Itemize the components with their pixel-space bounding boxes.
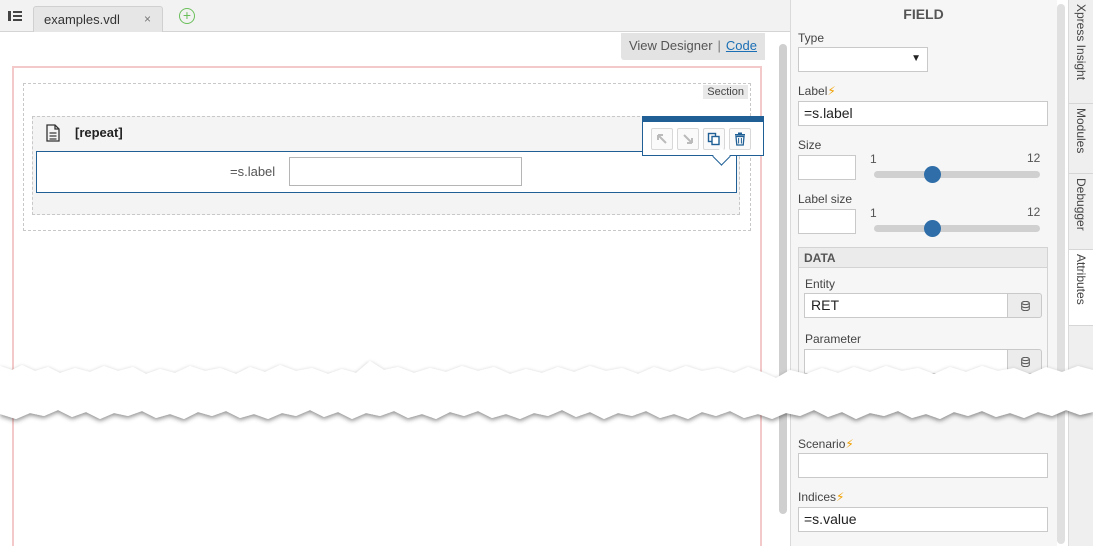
torn-edge-divider bbox=[0, 361, 1093, 419]
entity-lookup-button[interactable] bbox=[1007, 293, 1042, 318]
label-size-slider-max: 12 bbox=[1027, 205, 1041, 219]
size-slider-thumb[interactable] bbox=[924, 166, 942, 183]
tab-debugger[interactable]: Debugger bbox=[1069, 174, 1093, 250]
database-icon bbox=[1021, 301, 1030, 311]
panel-title: FIELD bbox=[903, 6, 944, 22]
tab-attributes[interactable]: Attributes bbox=[1069, 250, 1093, 326]
code-link[interactable]: Code bbox=[726, 38, 757, 53]
tab-attributes-label: Attributes bbox=[1074, 254, 1088, 305]
lightning-icon: ⚡ bbox=[836, 490, 845, 504]
label-field-text: Label bbox=[798, 84, 828, 98]
tab-xpress-insight[interactable]: Xpress Insight bbox=[1069, 0, 1093, 104]
chevron-down-icon: ▼ bbox=[911, 53, 921, 64]
panel-toggle-icon[interactable] bbox=[7, 8, 23, 24]
tab-xpress-insight-label: Xpress Insight bbox=[1074, 4, 1088, 81]
label-size-slider[interactable] bbox=[874, 220, 1040, 237]
label-field-label: Label⚡ bbox=[798, 84, 836, 98]
lightning-icon: ⚡ bbox=[845, 437, 854, 451]
indices-input[interactable]: =s.value bbox=[798, 507, 1048, 532]
label-size-slider-thumb[interactable] bbox=[924, 220, 942, 237]
view-switch: View Designer | Code bbox=[620, 33, 765, 60]
section-tag: Section bbox=[703, 85, 748, 99]
move-down-button[interactable] bbox=[677, 128, 699, 150]
attributes-panel: FIELD Type ▼ Label⚡ =s.label Size 1 12 L… bbox=[790, 0, 1057, 546]
move-up-button[interactable] bbox=[651, 128, 673, 150]
designer-editor: View Designer | Code Section [repeat] =s.l… bbox=[0, 33, 775, 546]
scenario-label-text: Scenario bbox=[798, 437, 846, 451]
indices-label: Indices⚡ bbox=[798, 490, 844, 504]
tab-bar: examples.vdl × + bbox=[0, 0, 790, 32]
panel-scrollbar[interactable] bbox=[1057, 4, 1065, 544]
tab-modules[interactable]: Modules bbox=[1069, 104, 1093, 174]
move-up-icon bbox=[657, 134, 667, 144]
parameter-label: Parameter bbox=[805, 332, 862, 346]
repeat-container[interactable]: [repeat] =s.label bbox=[32, 116, 740, 215]
repeat-title: [repeat] bbox=[75, 125, 123, 140]
field-label: =s.label bbox=[230, 164, 276, 179]
tab-debugger-label: Debugger bbox=[1074, 178, 1088, 231]
design-canvas: Section [repeat] =s.label bbox=[12, 66, 764, 546]
repeat-header: [repeat] bbox=[33, 117, 739, 149]
entity-label: Entity bbox=[805, 277, 836, 291]
data-group-header: DATA bbox=[799, 248, 1047, 268]
duplicate-button[interactable] bbox=[703, 128, 725, 150]
entity-input[interactable]: RET bbox=[804, 293, 1008, 318]
duplicate-icon bbox=[707, 132, 720, 146]
editor-scrollbar[interactable] bbox=[779, 44, 787, 514]
field-element[interactable]: =s.label bbox=[36, 151, 737, 193]
add-tab-icon[interactable]: + bbox=[179, 8, 195, 24]
size-label: Size bbox=[798, 138, 822, 152]
element-toolbar bbox=[642, 116, 764, 156]
file-tab[interactable]: examples.vdl × bbox=[33, 6, 163, 32]
type-label: Type bbox=[798, 31, 825, 45]
lightning-icon: ⚡ bbox=[827, 84, 836, 98]
scenario-label: Scenario⚡ bbox=[798, 437, 854, 451]
indices-label-text: Indices bbox=[798, 490, 837, 504]
field-input-preview[interactable] bbox=[289, 157, 522, 186]
delete-icon bbox=[735, 132, 745, 146]
document-icon bbox=[45, 124, 61, 142]
label-input[interactable]: =s.label bbox=[798, 101, 1048, 126]
delete-button[interactable] bbox=[729, 128, 751, 150]
size-slider-max: 12 bbox=[1027, 151, 1041, 165]
tab-modules-label: Modules bbox=[1074, 108, 1088, 154]
side-tabs: Xpress Insight Modules Debugger Attribut… bbox=[1068, 0, 1093, 546]
section-container[interactable]: Section [repeat] =s.label bbox=[23, 83, 764, 231]
view-designer-label[interactable]: View Designer bbox=[629, 38, 713, 53]
close-icon[interactable]: × bbox=[144, 12, 151, 26]
size-slider[interactable] bbox=[874, 166, 1040, 183]
move-down-icon bbox=[683, 134, 693, 144]
type-select[interactable]: ▼ bbox=[798, 47, 928, 72]
scenario-input[interactable] bbox=[798, 453, 1048, 478]
file-tab-label: examples.vdl bbox=[44, 12, 120, 27]
view-separator: | bbox=[717, 38, 721, 53]
label-size-label: Label size bbox=[798, 192, 853, 206]
label-size-slider-min: 1 bbox=[870, 206, 877, 220]
size-slider-min: 1 bbox=[870, 152, 877, 166]
label-size-input[interactable] bbox=[798, 209, 856, 234]
size-input[interactable] bbox=[798, 155, 856, 180]
